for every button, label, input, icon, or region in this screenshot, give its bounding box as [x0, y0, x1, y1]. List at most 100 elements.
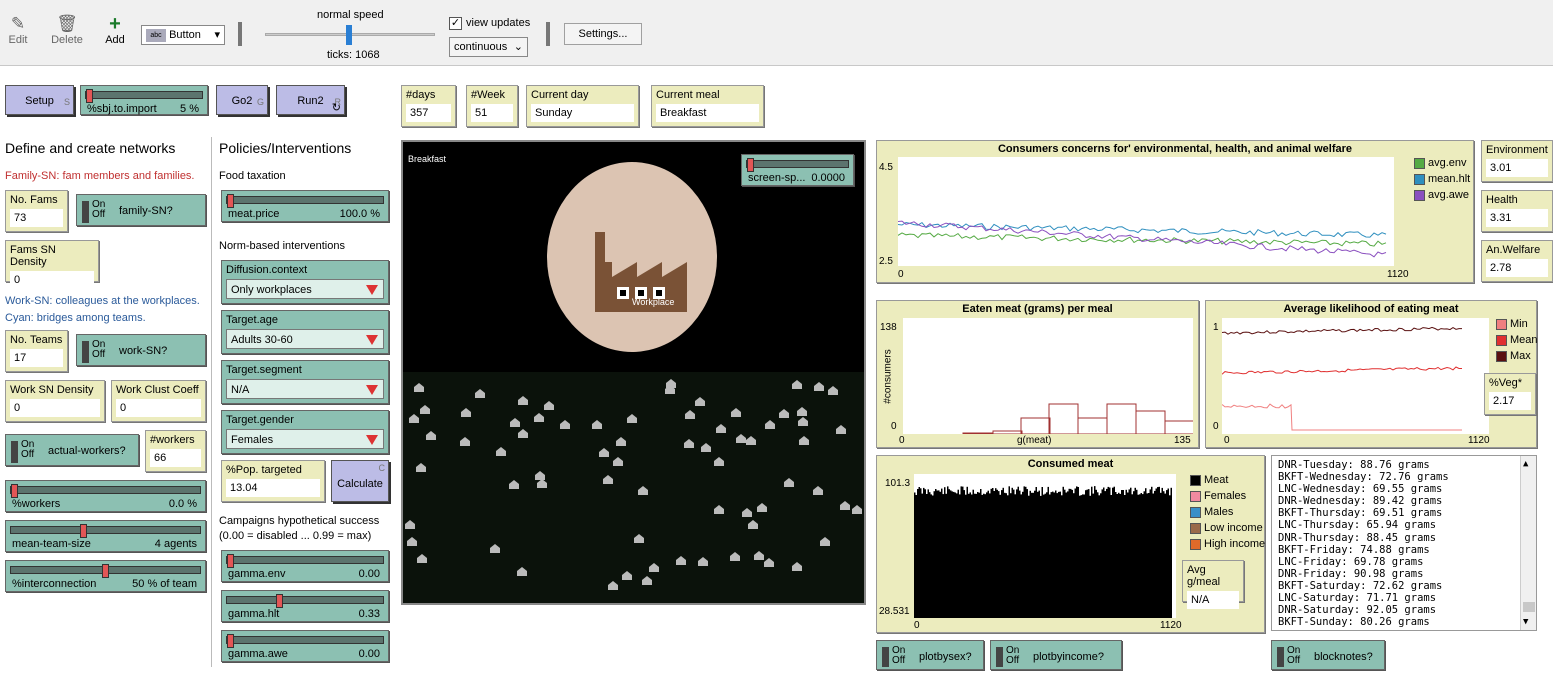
histogram-bar	[992, 430, 1023, 435]
world-view[interactable]: Breakfast Workplace screen-sp... 0.0000	[401, 140, 866, 605]
delete-button[interactable]: 🗑 Delete	[47, 14, 87, 46]
slider-handle[interactable]	[227, 194, 234, 208]
meat-bar	[1008, 486, 1010, 618]
meat-bar	[1113, 486, 1115, 618]
toggle-handle[interactable]	[1277, 647, 1284, 667]
meat-bar	[1128, 489, 1130, 618]
setup-button[interactable]: Setup S	[5, 85, 74, 115]
speed-slider-handle[interactable]	[346, 25, 352, 45]
legend-males: Males	[1190, 506, 1233, 518]
run2-button[interactable]: Run2 R ↻	[276, 85, 345, 115]
meat-price-slider[interactable]: meat.price 100.0 %	[221, 190, 389, 222]
meat-bar	[1071, 489, 1073, 618]
meat-bar	[1134, 487, 1136, 618]
speed-slider[interactable]	[265, 25, 435, 45]
slider-handle[interactable]	[102, 564, 109, 578]
widget-type-dropdown[interactable]: abc Button ▾	[141, 25, 225, 45]
slider-handle[interactable]	[227, 554, 234, 568]
histogram-bar	[962, 432, 993, 435]
meat-bar	[1118, 492, 1120, 618]
meat-bar	[968, 493, 970, 618]
go2-button[interactable]: Go2 G	[216, 85, 268, 115]
target-age-chooser[interactable]: Target.age Adults 30-60	[221, 310, 389, 354]
slider-handle[interactable]	[276, 594, 284, 608]
scroll-down-icon[interactable]: ▼	[1523, 616, 1528, 628]
meat-bar	[932, 495, 934, 618]
histogram-bar	[1106, 403, 1137, 435]
slider-handle[interactable]	[227, 634, 234, 648]
output-area[interactable]: DNR-Tuesday: 88.76 grams BKFT-Wednesday: …	[1271, 455, 1537, 631]
target-segment-chooser[interactable]: Target.segment N/A	[221, 360, 389, 404]
meat-bar	[1101, 489, 1103, 618]
meat-bar	[926, 494, 928, 618]
add-button[interactable]: + Add	[95, 14, 135, 46]
norm-based-label: Norm-based interventions	[219, 240, 345, 252]
plotbyincome-switch[interactable]: On Off plotbyincome?	[990, 640, 1122, 670]
toggle-handle[interactable]	[11, 441, 18, 463]
scroll-up-icon[interactable]: ▲	[1523, 458, 1528, 470]
legend-females: Females	[1190, 490, 1246, 502]
slider-handle[interactable]	[86, 89, 93, 103]
screen-speed-slider[interactable]: screen-sp... 0.0000	[741, 154, 854, 186]
meat-bar	[1121, 490, 1123, 618]
meat-bar	[1055, 490, 1057, 618]
plus-icon: +	[109, 13, 121, 35]
actual-workers-switch[interactable]: On Off actual-workers?	[5, 434, 139, 466]
meat-bar	[1116, 494, 1118, 618]
meat-bar	[1056, 493, 1058, 618]
gamma-awe-slider[interactable]: gamma.awe 0.00	[221, 630, 389, 662]
meat-bar	[1088, 489, 1090, 618]
meat-bar	[1023, 486, 1025, 618]
series-line-1	[897, 232, 1387, 247]
slider-handle[interactable]	[80, 524, 88, 538]
legend-mean: Mean	[1496, 334, 1538, 346]
food-taxation-label: Food taxation	[219, 170, 286, 182]
settings-button[interactable]: Settings...	[564, 23, 642, 45]
meat-bar	[1032, 492, 1034, 618]
output-line: DNR-Saturday: 92.05 grams	[1278, 604, 1437, 617]
meat-bar	[1068, 488, 1070, 618]
target-gender-chooser[interactable]: Target.gender Females	[221, 410, 389, 454]
legend-mean-hlt: mean.hlt	[1414, 173, 1470, 185]
avg-gmeal-monitor: Avg g/meal N/A	[1182, 560, 1244, 609]
meat-bar	[1049, 494, 1051, 618]
sbj-import-slider[interactable]: %sbj.to.import 5 %	[80, 85, 208, 115]
family-sn-switch[interactable]: On Off family-SN?	[76, 194, 206, 226]
slider-handle[interactable]	[747, 158, 754, 172]
gamma-hlt-slider[interactable]: gamma.hlt 0.33	[221, 590, 389, 622]
gamma-env-slider[interactable]: gamma.env 0.00	[221, 550, 389, 582]
edit-button[interactable]: ✎ Edit	[0, 14, 38, 46]
workers-pct-slider[interactable]: %workers 0.0 %	[5, 480, 206, 512]
blocknotes-switch[interactable]: On Off blocknotes?	[1271, 640, 1385, 670]
meat-bar	[990, 488, 992, 618]
ticks-counter: ticks: 1068	[327, 49, 380, 61]
work-sn-switch[interactable]: On Off work-SN?	[76, 334, 206, 366]
calculate-button[interactable]: Calculate C	[331, 460, 389, 502]
meat-bar	[981, 494, 983, 618]
plot-title: Consumers concerns for' environmental, h…	[997, 143, 1353, 155]
scrollbar-thumb[interactable]	[1523, 602, 1535, 612]
meat-bar	[1152, 493, 1154, 618]
scrollbar[interactable]: ▲ ▼	[1520, 456, 1536, 630]
toggle-handle[interactable]	[82, 341, 89, 363]
meat-bar	[920, 488, 922, 618]
team-size-slider[interactable]: mean-team-size 4 agents	[5, 520, 206, 552]
interconnection-slider[interactable]: %interconnection 50 % of team	[5, 560, 206, 592]
meat-bar	[1074, 488, 1076, 618]
view-updates-label: view updates	[466, 17, 531, 29]
plotbysex-switch[interactable]: On Off plotbysex?	[876, 640, 984, 670]
meat-bar	[1029, 490, 1031, 618]
view-updates-checkbox[interactable]: ✓	[449, 17, 462, 30]
toggle-handle[interactable]	[882, 647, 889, 667]
diffusion-chooser[interactable]: Diffusion.context Only workplaces	[221, 260, 389, 304]
update-mode-dropdown[interactable]: continuous ⌄	[449, 37, 528, 57]
toggle-handle[interactable]	[82, 201, 89, 223]
meat-bar	[1043, 494, 1045, 618]
toggle-handle[interactable]	[996, 647, 1003, 667]
meat-bar	[1017, 486, 1019, 618]
slider-handle[interactable]	[11, 484, 18, 498]
eaten-meat-plot: Eaten meat (grams) per meal 138 0 0 135 …	[876, 300, 1199, 448]
work-clust-monitor: Work Clust Coeff 0	[111, 380, 206, 422]
speed-label: normal speed	[317, 9, 384, 21]
meat-bar	[1050, 492, 1052, 618]
